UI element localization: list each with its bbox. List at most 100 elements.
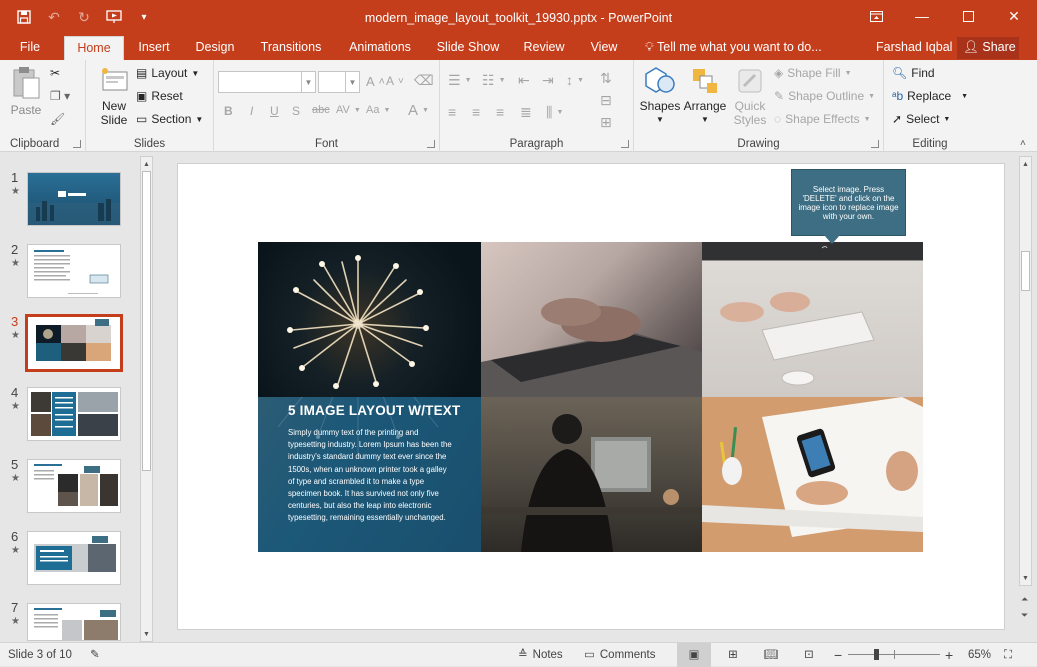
font-name-combo[interactable]: ▼	[218, 71, 316, 93]
arrange-button[interactable]: Arrange ▼	[682, 66, 728, 127]
tell-me-box[interactable]: 💡︎ Tell me what you want to do...	[645, 36, 822, 60]
align-left-icon[interactable]: ≡	[448, 104, 456, 120]
shapes-button[interactable]: Shapes ▼	[638, 66, 682, 127]
imac-keyboard-image[interactable]	[702, 242, 923, 397]
share-button[interactable]: 👤︎ Share	[957, 37, 1019, 59]
layout-button[interactable]: ▤ Layout ▼	[136, 66, 199, 80]
next-slide-icon[interactable]: ⏷	[1021, 610, 1028, 621]
character-spacing-button[interactable]: AV ▼	[336, 104, 361, 116]
minimize-icon[interactable]: —	[899, 0, 945, 32]
slide-thumbnail-7[interactable]	[27, 603, 121, 641]
tab-insert[interactable]: Insert	[131, 36, 177, 60]
underline-button[interactable]: U	[270, 104, 279, 118]
slide-thumbnail-6[interactable]	[27, 531, 121, 585]
laptop-typing-image[interactable]	[481, 242, 702, 397]
section-button[interactable]: ▭ Section ▼	[136, 112, 203, 126]
reading-view-icon[interactable]: 📖︎	[758, 643, 784, 667]
previous-slide-icon[interactable]: ⏶	[1021, 594, 1028, 605]
quick-styles-button[interactable]: Quick Styles	[728, 66, 772, 127]
clear-formatting-icon[interactable]: ⌫	[414, 72, 434, 89]
copy-icon[interactable]: ❐ ▾	[50, 89, 70, 103]
slide-thumbnail-1[interactable]	[27, 172, 121, 226]
increase-indent-icon[interactable]: ⇥	[542, 72, 554, 89]
drawing-dialog-launcher[interactable]	[871, 140, 879, 148]
scroll-down-icon[interactable]: ▼	[141, 628, 152, 640]
fit-slide-icon[interactable]: ⛶	[1004, 643, 1012, 667]
undo-icon[interactable]: ↶	[44, 7, 64, 27]
find-button[interactable]: 🔍︎ Find	[892, 66, 935, 80]
spell-check-icon[interactable]: ✎	[90, 643, 100, 667]
scroll-up-icon[interactable]: ▲	[141, 158, 152, 170]
replace-button[interactable]: ᵃb Replace ▼	[892, 89, 968, 103]
start-from-beginning-icon[interactable]	[104, 7, 124, 27]
replace-image-callout[interactable]: Select image. Press 'DELETE' and click o…	[791, 169, 906, 244]
slide-thumbnail-2[interactable]	[27, 244, 121, 298]
cut-icon[interactable]: ✂	[50, 66, 60, 80]
tab-animations[interactable]: Animations	[342, 36, 418, 60]
zoom-slider-thumb[interactable]	[874, 649, 879, 660]
smartphone-desk-image[interactable]	[702, 397, 923, 552]
editor-scrollbar[interactable]: ▲ ▼	[1019, 156, 1032, 586]
change-case-button[interactable]: Aa ▼	[366, 104, 390, 116]
shape-outline-button[interactable]: ✎ Shape Outline ▼	[774, 89, 875, 103]
format-painter-icon[interactable]: 🖌︎	[50, 112, 65, 126]
font-dialog-launcher[interactable]	[427, 140, 435, 148]
zoom-in-icon[interactable]: +	[945, 643, 953, 667]
save-icon[interactable]	[14, 7, 34, 27]
redo-icon[interactable]: ↻	[74, 7, 94, 27]
line-spacing-icon[interactable]: ↕ ▼	[566, 72, 584, 88]
ribbon-display-options-icon[interactable]	[853, 0, 899, 32]
paste-button[interactable]: Paste	[6, 66, 46, 117]
bold-button[interactable]: B	[224, 104, 233, 118]
tab-transitions[interactable]: Transitions	[254, 36, 328, 60]
select-button[interactable]: ➚ Select ▼	[892, 112, 950, 126]
reset-button[interactable]: ▣ Reset	[136, 89, 183, 103]
slide-thumbnail-3[interactable]	[25, 314, 123, 372]
user-name[interactable]: Farshad Iqbal	[876, 36, 952, 60]
new-slide-button[interactable]: New Slide	[92, 66, 136, 127]
shrink-font-icon[interactable]: A ˅	[386, 74, 404, 88]
editor-scroll-thumb[interactable]	[1021, 251, 1030, 291]
strikethrough-button[interactable]: abc	[312, 104, 330, 116]
fireworks-image[interactable]	[258, 242, 481, 397]
align-right-icon[interactable]: ≡	[496, 104, 504, 120]
numbering-icon[interactable]: ☷ ▼	[482, 72, 506, 89]
align-center-icon[interactable]: ≡	[472, 104, 480, 120]
italic-button[interactable]: I	[250, 104, 253, 118]
font-color-icon[interactable]: A ▼	[408, 102, 429, 119]
text-direction-icon[interactable]: ⇅	[600, 70, 612, 87]
tab-view[interactable]: View	[584, 36, 624, 60]
slide-body-text[interactable]: Simply dummy text of the printing and ty…	[288, 427, 453, 525]
slide-sorter-icon[interactable]: ⊞	[720, 643, 746, 667]
grow-font-icon[interactable]: A ˄	[366, 74, 385, 89]
text-shadow-button[interactable]: S	[292, 104, 300, 118]
collapse-ribbon-icon[interactable]: ˄	[1020, 138, 1026, 149]
text-panel-image[interactable]: 5 IMAGE LAYOUT W/TEXT Simply dummy text …	[258, 397, 481, 552]
tab-review[interactable]: Review	[518, 36, 570, 60]
tab-home[interactable]: Home	[64, 36, 124, 60]
slide-thumbnail-5[interactable]	[27, 459, 121, 513]
zoom-level[interactable]: 65%	[968, 643, 991, 667]
normal-view-icon[interactable]: ▣	[677, 643, 711, 667]
slide-thumbnail-4[interactable]	[27, 387, 121, 441]
slide-title[interactable]: 5 IMAGE LAYOUT W/TEXT	[288, 403, 460, 418]
paragraph-dialog-launcher[interactable]	[621, 140, 629, 148]
smartart-icon[interactable]: ⊞	[600, 114, 612, 131]
thumbnail-scroll-thumb[interactable]	[142, 171, 151, 471]
slide-show-icon[interactable]: ⊡	[796, 643, 822, 667]
tab-file[interactable]: File	[10, 36, 50, 60]
notes-button[interactable]: ≙ Notes	[518, 643, 563, 667]
align-text-icon[interactable]: ⊟	[600, 92, 612, 109]
thumbnail-scrollbar[interactable]: ▲ ▼	[140, 156, 153, 642]
tab-slide-show[interactable]: Slide Show	[432, 36, 504, 60]
close-icon[interactable]: ✕	[991, 0, 1037, 32]
bullets-icon[interactable]: ☰ ▼	[448, 72, 472, 89]
desk-worker-image[interactable]	[481, 397, 702, 552]
comments-button[interactable]: ▭ Comments	[584, 643, 655, 667]
scroll-up-icon[interactable]: ▲	[1020, 158, 1031, 170]
decrease-indent-icon[interactable]: ⇤	[518, 72, 530, 89]
scroll-down-icon[interactable]: ▼	[1020, 572, 1031, 584]
columns-icon[interactable]: ⫼ ▼	[546, 104, 563, 121]
shape-effects-button[interactable]: ◌ Shape Effects ▼	[774, 112, 871, 126]
shape-fill-button[interactable]: ◈ Shape Fill ▼	[774, 66, 852, 80]
